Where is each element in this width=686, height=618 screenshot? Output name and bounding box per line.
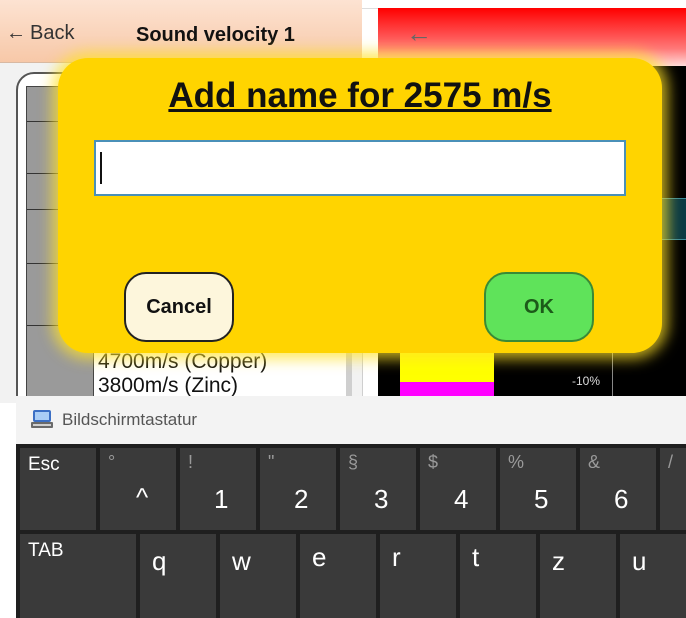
key-t[interactable]: t [460, 534, 536, 618]
on-screen-keyboard: Bildschirmtastatur Esc ° ^ ! 1 " 2 § 3 $… [16, 396, 686, 618]
key-main-label: 4 [454, 484, 469, 514]
key-main-label: 5 [534, 484, 549, 514]
key-main-label: 3 [374, 484, 389, 514]
velocity-list[interactable]: 4700m/s (Copper) 3800m/s (Zinc) [98, 350, 267, 398]
key-main-label: r [392, 542, 401, 572]
keyboard-title: Bildschirmtastatur [62, 410, 198, 429]
key-label: Esc [28, 454, 60, 475]
keyboard-titlebar: Bildschirmtastatur [16, 396, 686, 444]
key-u[interactable]: u [620, 534, 686, 618]
key-e[interactable]: e [300, 534, 376, 618]
key-shift-label: & [588, 452, 601, 472]
key-main-label: 2 [294, 484, 309, 514]
key-main-label: w [232, 546, 251, 576]
list-item[interactable]: 3800m/s (Zinc) [98, 374, 267, 398]
key-label: TAB [28, 540, 64, 561]
key-w[interactable]: w [220, 534, 296, 618]
key-shift-label: % [508, 452, 525, 472]
key-shift-label: / [668, 452, 674, 472]
key-tab[interactable]: TAB [20, 534, 136, 618]
dialog-title: Add name for 2575 m/s [168, 76, 552, 115]
key-shift-label: ! [188, 452, 194, 472]
key-z[interactable]: z [540, 534, 616, 618]
back-button[interactable]: ← Back [6, 22, 74, 45]
key-main-label: z [552, 546, 565, 576]
key-esc[interactable]: Esc [20, 448, 96, 530]
key-main-label: q [152, 546, 167, 576]
arrow-left-icon[interactable]: ← [406, 18, 432, 49]
key-shift-label: $ [428, 452, 439, 472]
percent-label: -10% [572, 374, 601, 388]
add-name-dialog: Add name for 2575 m/s Cancel OK [58, 58, 662, 353]
keyboard-icon [31, 410, 53, 428]
key-7[interactable]: / [660, 448, 686, 530]
key-main-label: e [312, 542, 327, 572]
key-main-label: t [472, 542, 480, 572]
key-main-label: ^ [136, 482, 149, 512]
yellow-bar [400, 352, 494, 382]
key-r[interactable]: r [380, 534, 456, 618]
key-caret[interactable]: ° ^ [100, 448, 176, 530]
key-main-label: 6 [614, 484, 629, 514]
key-shift-label: " [268, 452, 275, 472]
left-window-header: ← Back Sound velocity 1 [0, 0, 362, 63]
cancel-button[interactable]: Cancel [124, 272, 234, 342]
key-main-label: u [632, 546, 647, 576]
ok-button[interactable]: OK [484, 272, 594, 342]
key-main-label: 1 [214, 484, 229, 514]
key-q[interactable]: q [140, 534, 216, 618]
list-item[interactable]: 4700m/s (Copper) [98, 350, 267, 374]
window-title: Sound velocity 1 [136, 24, 295, 46]
key-2[interactable]: " 2 [260, 448, 336, 530]
key-shift-label: ° [108, 452, 116, 472]
key-5[interactable]: % 5 [500, 448, 576, 530]
key-4[interactable]: $ 4 [420, 448, 496, 530]
key-shift-label: § [348, 452, 359, 472]
key-1[interactable]: ! 1 [180, 448, 256, 530]
key-3[interactable]: § 3 [340, 448, 416, 530]
arrow-left-icon: ← [6, 22, 26, 44]
back-label: Back [30, 22, 75, 44]
text-caret [100, 152, 102, 184]
key-6[interactable]: & 6 [580, 448, 656, 530]
name-input[interactable] [94, 140, 626, 196]
